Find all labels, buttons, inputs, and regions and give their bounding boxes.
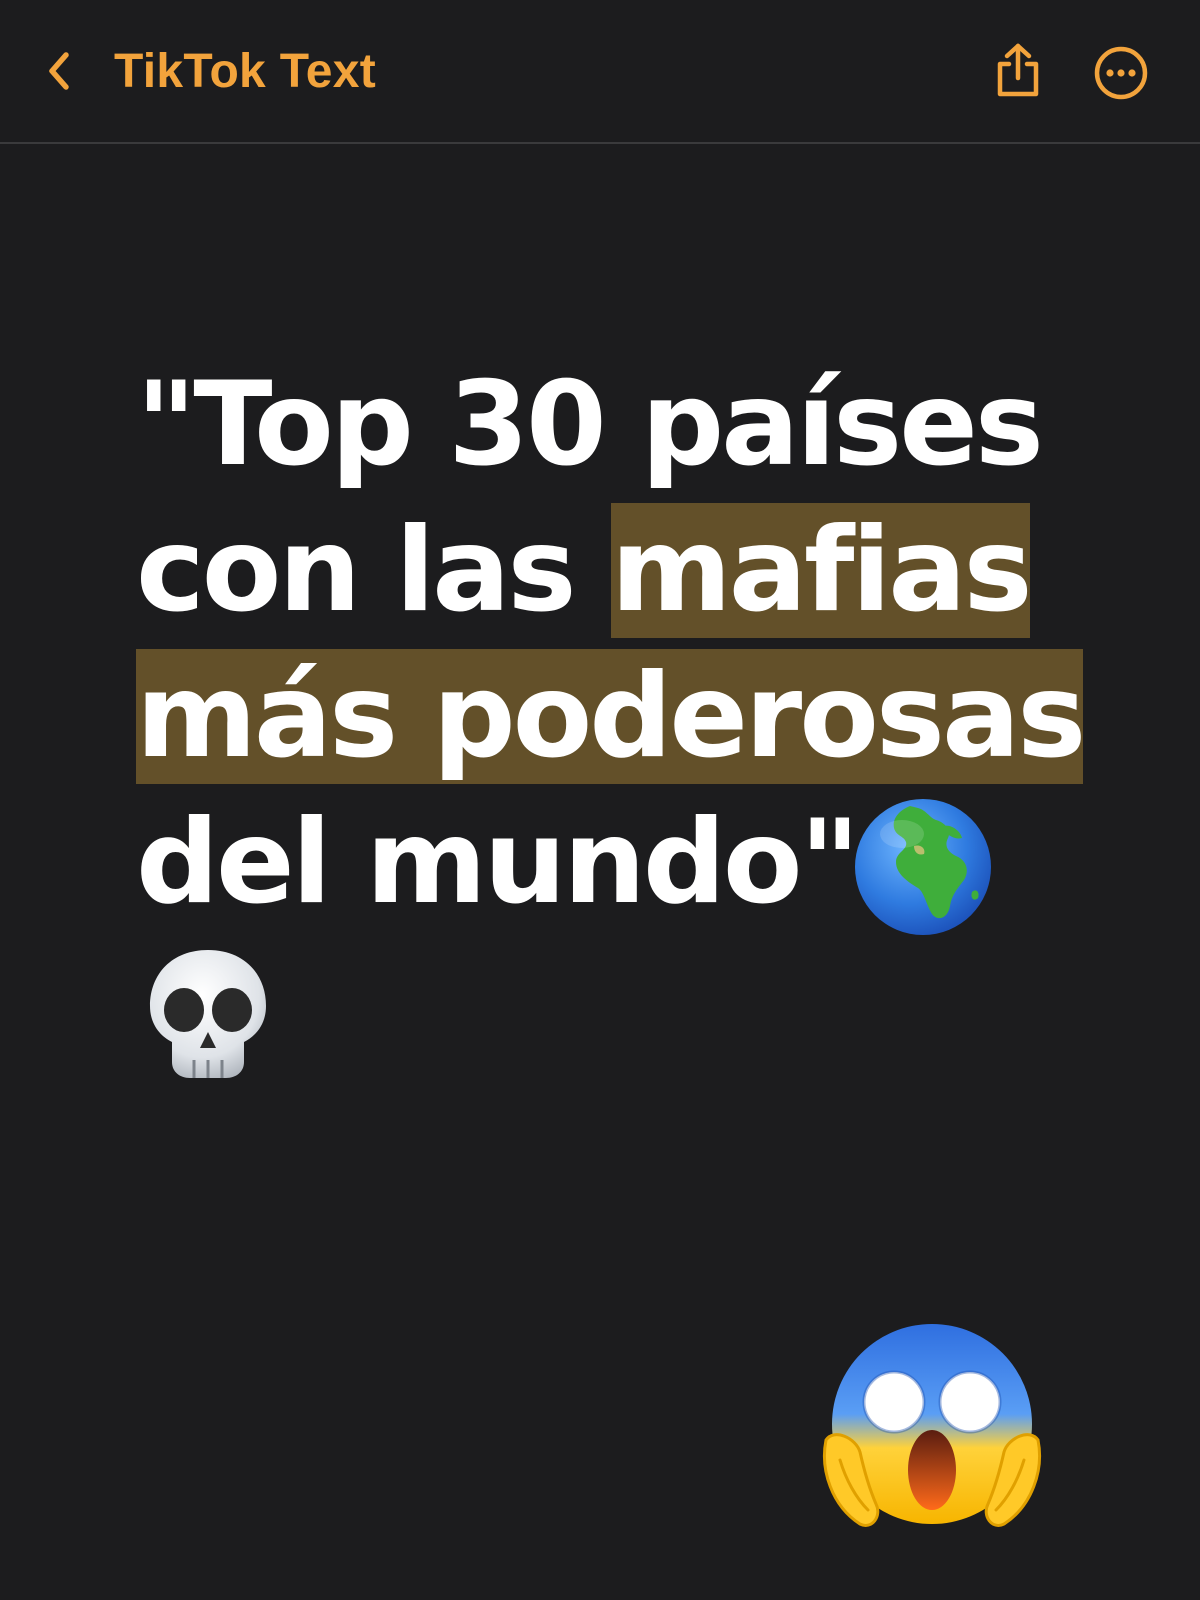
screaming-face-emoji [823,1324,1041,1527]
highlighted-word: mafias [610,503,1033,638]
skull-emoji [150,950,266,1078]
share-icon [997,43,1039,97]
note-line-1: "Top 30 países [136,357,1044,492]
share-button[interactable] [992,42,1044,104]
note-line-2-text: con las [136,503,611,638]
note-line-3: más poderosas [136,644,1096,790]
note-line-2: con las mafias [136,498,1096,644]
more-button[interactable] [1094,46,1148,104]
highlighted-phrase: más poderosas [136,649,1086,784]
chevron-left-icon [49,52,69,90]
globe-emoji [855,799,991,935]
ellipsis-circle-icon [1094,46,1148,100]
navigation-bar: TikTok Text [0,0,1200,144]
back-button[interactable]: TikTok Text [44,36,376,106]
back-label[interactable]: TikTok Text [114,44,376,99]
